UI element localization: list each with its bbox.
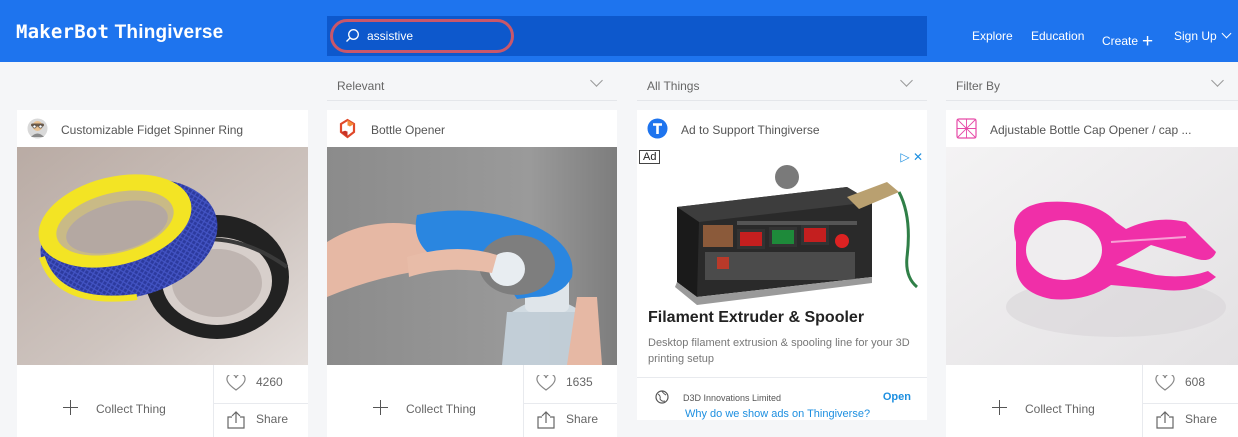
share-icon — [1156, 411, 1174, 429]
collect-thing-label: Collect Thing — [96, 402, 166, 416]
ad-headline[interactable]: Filament Extruder & Spooler — [648, 309, 864, 327]
thingiverse-logo-icon — [647, 118, 668, 139]
makerbot-thingiverse-logo[interactable]: MakerBot Thingiverse — [16, 21, 223, 44]
thing-card: Bottle Opener Collect Thing 1635 Share — [327, 110, 617, 437]
like-button[interactable]: 608 — [1155, 373, 1206, 391]
chevron-down-icon — [1211, 74, 1224, 87]
heart-icon — [1155, 373, 1175, 391]
ad-badge: Ad — [639, 150, 661, 164]
ad-description: Desktop filament extrusion & spooling li… — [648, 337, 910, 365]
plus-icon — [63, 400, 78, 415]
share-label: Share — [256, 412, 289, 427]
ad-image[interactable]: Ad ▷ ✕ — [637, 147, 927, 309]
user-avatar-icon[interactable] — [337, 118, 358, 139]
type-dropdown[interactable]: All Things — [637, 70, 927, 101]
nav-create-label: Create — [1102, 34, 1139, 48]
chevron-down-icon — [1221, 28, 1232, 39]
divider — [213, 403, 308, 404]
share-button[interactable]: Share — [226, 411, 288, 429]
nav-explore[interactable]: Explore — [972, 29, 1013, 43]
share-icon — [227, 411, 245, 429]
thing-thumbnail-bottle-cap-opener[interactable] — [946, 147, 1238, 365]
divider — [946, 100, 1238, 101]
ad-card-title: Ad to Support Thingiverse — [681, 123, 820, 137]
nav-sign-up-label: Sign Up — [1174, 29, 1217, 43]
chevron-down-icon — [590, 74, 603, 87]
divider — [1142, 403, 1238, 404]
heart-icon — [226, 373, 246, 391]
ad-advertiser-name: D3D Innovations Limited — [683, 393, 782, 403]
like-count: 608 — [1185, 375, 1206, 390]
share-label: Share — [1185, 412, 1218, 427]
plus-icon — [373, 400, 388, 415]
sort-dropdown-value: Relevant — [337, 79, 385, 93]
ad-why-link[interactable]: Why do we show ads on Thingiverse? — [685, 408, 870, 420]
heart-icon — [536, 373, 556, 391]
thing-card: Adjustable Bottle Cap Opener / cap ... C… — [946, 110, 1238, 437]
nav-sign-up[interactable]: Sign Up — [1174, 28, 1232, 43]
search-icon[interactable] — [345, 28, 360, 43]
divider — [637, 100, 927, 101]
plus-icon — [992, 400, 1007, 415]
logo-brand-text: MakerBot — [16, 21, 110, 43]
card-header: Ad to Support Thingiverse — [637, 110, 927, 148]
divider — [327, 100, 617, 101]
thing-thumbnail-fidget-ring[interactable] — [17, 147, 308, 365]
share-button[interactable]: Share — [1155, 411, 1217, 429]
card-header[interactable]: Bottle Opener — [327, 110, 617, 148]
card-title[interactable]: Customizable Fidget Spinner Ring — [61, 123, 296, 137]
like-count: 4260 — [256, 375, 283, 390]
type-dropdown-value: All Things — [647, 79, 700, 93]
share-label: Share — [566, 412, 599, 427]
like-button[interactable]: 1635 — [536, 373, 593, 391]
thing-card: Customizable Fidget Spinner Ring Collect… — [17, 110, 308, 437]
divider — [523, 403, 617, 404]
nav-create[interactable]: Create + — [1102, 29, 1154, 52]
globe-icon — [655, 390, 669, 404]
search-input[interactable] — [367, 25, 507, 47]
share-button[interactable]: Share — [536, 411, 598, 429]
filter-by-dropdown[interactable]: Filter By — [946, 70, 1238, 101]
divider — [213, 365, 214, 437]
like-count: 1635 — [566, 375, 593, 390]
collect-thing-label: Collect Thing — [406, 402, 476, 416]
card-title[interactable]: Adjustable Bottle Cap Opener / cap ... — [990, 123, 1228, 137]
card-actions: Collect Thing 4260 Share — [17, 365, 308, 437]
nav-education[interactable]: Education — [1031, 29, 1084, 43]
like-button[interactable]: 4260 — [226, 373, 283, 391]
share-icon — [537, 411, 555, 429]
card-header[interactable]: Customizable Fidget Spinner Ring — [17, 110, 308, 148]
thing-thumbnail-bottle-opener[interactable] — [327, 147, 617, 365]
card-actions: Collect Thing 608 Share — [946, 365, 1238, 437]
sort-dropdown[interactable]: Relevant — [327, 70, 617, 101]
top-navigation-bar: MakerBot Thingiverse Explore Education C… — [0, 0, 1238, 62]
chevron-down-icon — [900, 74, 913, 87]
divider — [1142, 365, 1143, 437]
plus-icon: + — [1142, 31, 1154, 52]
collect-thing-button[interactable]: Collect Thing — [992, 398, 1095, 416]
collect-thing-button[interactable]: Collect Thing — [63, 398, 166, 416]
card-title[interactable]: Bottle Opener — [371, 123, 606, 137]
card-header[interactable]: Adjustable Bottle Cap Opener / cap ... — [946, 110, 1238, 148]
filter-by-dropdown-value: Filter By — [956, 79, 1001, 93]
filament-extruder-image[interactable] — [637, 147, 927, 309]
divider — [523, 365, 524, 437]
logo-product-text: Thingiverse — [114, 22, 224, 43]
card-actions: Collect Thing 1635 Share — [327, 365, 617, 437]
collect-thing-button[interactable]: Collect Thing — [373, 398, 476, 416]
collect-thing-label: Collect Thing — [1025, 402, 1095, 416]
search-bar — [327, 16, 927, 56]
ad-choices-icon[interactable]: ▷ ✕ — [900, 150, 923, 164]
user-avatar-icon[interactable] — [27, 118, 48, 139]
ad-open-button[interactable]: Open — [883, 391, 911, 403]
divider — [637, 377, 927, 378]
user-avatar-icon[interactable] — [956, 118, 977, 139]
ad-card: Ad to Support Thingiverse Ad ▷ ✕ Filamen… — [637, 110, 927, 420]
